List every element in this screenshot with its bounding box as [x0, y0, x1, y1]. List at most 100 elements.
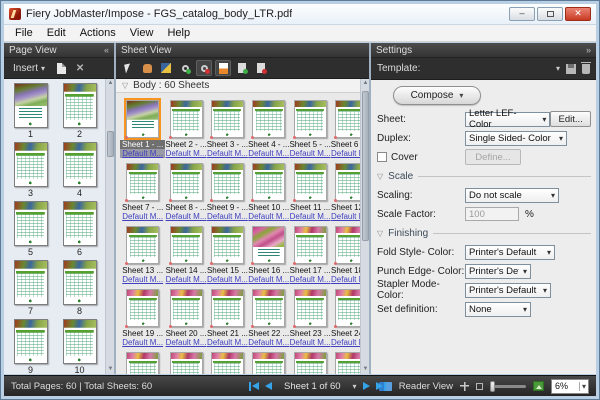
sheet-cell[interactable]: Sheet 16 ... Default M...: [248, 223, 289, 284]
sheet-thumbnail[interactable]: [294, 226, 327, 264]
sheet-label[interactable]: Sheet 11 ...: [290, 203, 330, 212]
sheet-thumbnail[interactable]: [252, 163, 285, 201]
page-view-scrollbar[interactable]: ▲ ▼: [105, 79, 114, 374]
page-thumbnail[interactable]: [63, 260, 97, 305]
insert-page-button[interactable]: [53, 60, 69, 76]
page-list-item[interactable]: 9: [6, 319, 55, 374]
sheet-media-link[interactable]: Default M...: [248, 275, 289, 284]
sheet-cell[interactable]: Sheet 2 - ... Default M...: [165, 97, 206, 158]
sheet-cell[interactable]: Sheet 25 ... Default M...: [120, 349, 165, 374]
page-thumbnail[interactable]: [14, 201, 48, 246]
sheet-label[interactable]: Sheet 10 ...: [248, 203, 289, 212]
page-list-item[interactable]: 5: [6, 201, 55, 257]
sheet-label[interactable]: Sheet 23 ...: [290, 329, 331, 338]
sheet-cell[interactable]: Sheet 3 - ... Default M...: [207, 97, 248, 158]
sheet-thumbnail[interactable]: [126, 163, 159, 201]
scroll-up-icon[interactable]: ▲: [106, 79, 114, 88]
page-thumbnail[interactable]: [14, 319, 48, 364]
delete-page-button[interactable]: ✕: [72, 60, 88, 76]
sheet-cell[interactable]: Sheet 1 - ... Default M...: [120, 97, 165, 158]
sheet-cell[interactable]: Sheet 8 - ... Default M...: [165, 160, 206, 221]
sheet-label[interactable]: Sheet 2 - ...: [165, 140, 206, 149]
scroll-up-icon[interactable]: ▲: [361, 79, 369, 88]
sheet-thumbnail[interactable]: [126, 352, 159, 374]
sheet-label[interactable]: Sheet 1 - ...: [120, 140, 165, 149]
page-thumbnail[interactable]: [14, 142, 48, 187]
menu-view[interactable]: View: [123, 25, 161, 41]
sheet-media-link[interactable]: Default M...: [166, 338, 207, 347]
sheet-label[interactable]: Sheet 15 ...: [207, 266, 248, 275]
sheet-media-link[interactable]: Default M...: [166, 149, 207, 158]
sheet-thumbnail[interactable]: [170, 289, 203, 327]
scroll-down-icon[interactable]: ▼: [106, 365, 114, 374]
sheet-cell[interactable]: Sheet 15 ... Default M...: [207, 223, 248, 284]
page-list-item[interactable]: 1: [6, 83, 55, 139]
page-thumbnail[interactable]: [14, 260, 48, 305]
sheet-cell[interactable]: Sheet 27 ... Default M...: [207, 349, 248, 374]
sheet-thumbnail[interactable]: [170, 100, 203, 138]
zoom-slider-thumb[interactable]: [490, 381, 495, 392]
delete-sheet-button[interactable]: [253, 60, 269, 76]
page-thumbnail[interactable]: [63, 83, 97, 128]
sheet-view-scrollbar[interactable]: ▲ ▼: [360, 79, 369, 374]
sheet-thumbnail[interactable]: [126, 289, 159, 327]
set-definition-select[interactable]: None ▾: [465, 302, 531, 317]
sheet-label[interactable]: Sheet 20 ...: [166, 329, 207, 338]
page-list-item[interactable]: 8: [55, 260, 104, 316]
disclosure-triangle-icon[interactable]: ▽: [377, 229, 383, 238]
sheet-thumbnail[interactable]: [294, 163, 327, 201]
sheet-media-link[interactable]: Default M...: [248, 212, 289, 221]
sheet-media-link[interactable]: Default M...: [290, 149, 331, 158]
sheet-thumbnail[interactable]: [211, 226, 244, 264]
sheet-label[interactable]: Sheet 7 - ...: [122, 203, 163, 212]
sheet-media-link[interactable]: Default M...: [290, 212, 331, 221]
sheet-label[interactable]: Sheet 22 ...: [248, 329, 289, 338]
select-tool-button[interactable]: [120, 60, 136, 76]
menu-actions[interactable]: Actions: [73, 25, 123, 41]
sheet-label[interactable]: Sheet 8 - ...: [165, 203, 206, 212]
punch-edge-select[interactable]: Printer's Default ▾: [465, 264, 531, 279]
cover-checkbox[interactable]: [377, 152, 387, 162]
sheet-nav-dropdown-icon[interactable]: ▾: [353, 382, 357, 391]
sheet-media-link[interactable]: Default M...: [120, 149, 165, 158]
scale-section-header[interactable]: ▽ Scale: [377, 169, 591, 183]
sheet-label[interactable]: Sheet 17 ...: [290, 266, 331, 275]
sheet-label[interactable]: Sheet 13 ...: [122, 266, 163, 275]
sheet-thumbnail[interactable]: [126, 226, 159, 264]
sheet-thumbnail[interactable]: [294, 289, 327, 327]
scrollbar-thumb[interactable]: [107, 131, 114, 157]
page-list-item[interactable]: 10: [55, 319, 104, 374]
maximize-button[interactable]: [537, 7, 563, 21]
menu-edit[interactable]: Edit: [40, 25, 73, 41]
edit-sheet-button[interactable]: Edit...: [550, 111, 591, 127]
delete-template-icon[interactable]: [582, 64, 590, 74]
disclosure-triangle-icon[interactable]: ▽: [122, 81, 128, 90]
sheet-media-link[interactable]: Default M...: [207, 338, 248, 347]
sheet-media-link[interactable]: Default M...: [207, 149, 248, 158]
page-list-item[interactable]: 3: [6, 142, 55, 198]
sheet-cell[interactable]: Sheet 9 - ... Default M...: [207, 160, 248, 221]
finishing-section-header[interactable]: ▽ Finishing: [377, 226, 591, 240]
measure-tool-button[interactable]: [158, 60, 174, 76]
sheet-cell[interactable]: Sheet 26 ... Default M...: [165, 349, 206, 374]
zoom-level-combo[interactable]: 6% ▾: [551, 379, 589, 394]
save-template-icon[interactable]: [566, 64, 576, 74]
sheet-media-link[interactable]: Default M...: [290, 338, 331, 347]
collapse-panel-icon[interactable]: «: [104, 45, 109, 55]
sheet-cell[interactable]: Sheet 20 ... Default M...: [165, 286, 206, 347]
sheet-cell[interactable]: Sheet 14 ... Default M...: [165, 223, 206, 284]
insert-sheet-button[interactable]: [234, 60, 250, 76]
sheet-label[interactable]: Sheet 21 ...: [207, 329, 248, 338]
scroll-down-icon[interactable]: ▼: [361, 365, 369, 374]
sheet-thumbnail[interactable]: [294, 352, 327, 374]
sheet-cell[interactable]: Sheet 19 ... Default M...: [120, 286, 165, 347]
first-sheet-button[interactable]: [249, 382, 259, 391]
fold-style-select[interactable]: Printer's Default ▾: [465, 245, 555, 260]
sheet-thumbnail[interactable]: [211, 352, 244, 374]
reader-view-label[interactable]: Reader View: [399, 381, 453, 392]
sheet-label[interactable]: Sheet 9 - ...: [207, 203, 248, 212]
template-dropdown-icon[interactable]: ▾: [556, 64, 560, 73]
zoom-in-tool-button[interactable]: [177, 60, 193, 76]
sheet-media-link[interactable]: Default M...: [122, 338, 163, 347]
sheet-label[interactable]: Sheet 4 - ...: [248, 140, 289, 149]
